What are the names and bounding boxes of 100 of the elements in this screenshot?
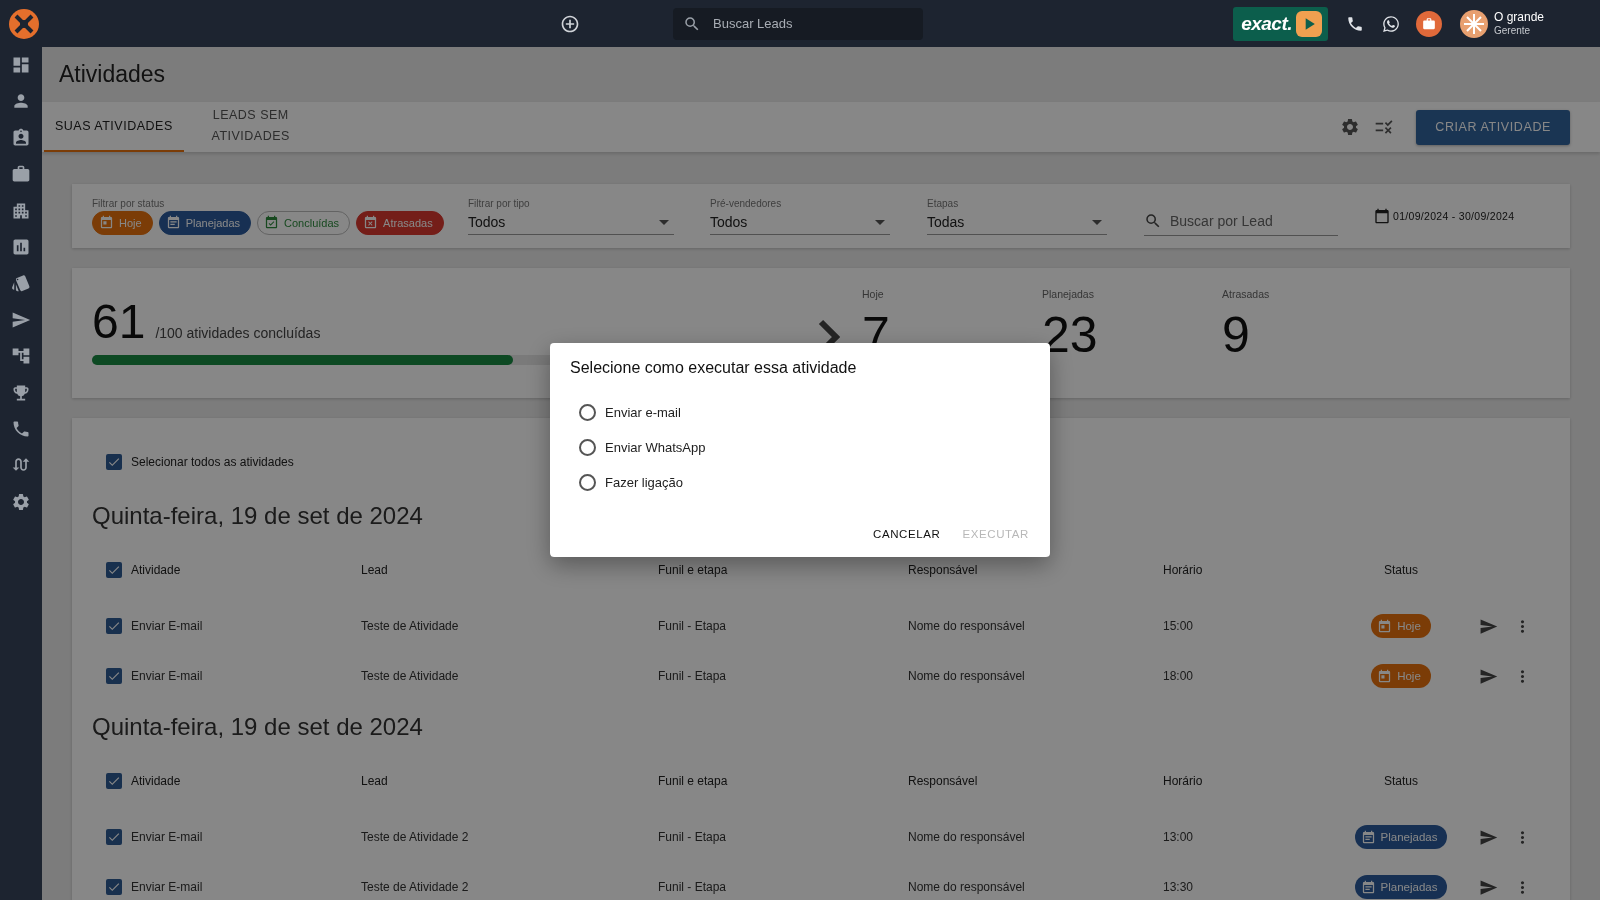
field-label: Pré-vendedores bbox=[710, 197, 783, 209]
table-cell-text: Teste de Atividade bbox=[361, 669, 460, 683]
status-chip: Hoje bbox=[1371, 614, 1431, 638]
calendar-icon bbox=[1374, 208, 1390, 224]
column-header: Funil e etapa bbox=[658, 563, 729, 577]
column-header: Status bbox=[1383, 774, 1419, 788]
column-header: Funil e etapa bbox=[658, 774, 729, 788]
table-cell-text: Enviar E-mail bbox=[131, 669, 204, 683]
done-count: 61 bbox=[92, 294, 146, 349]
checkbox[interactable] bbox=[106, 773, 122, 789]
status-filter-chip[interactable]: Planejadas bbox=[158, 210, 252, 235]
calendar-icon bbox=[1377, 668, 1393, 684]
dropdown-arrow-icon bbox=[659, 219, 669, 225]
calendar-icon bbox=[99, 215, 114, 230]
table-cell-text: Teste de Atividade 2 bbox=[361, 880, 470, 894]
dialog-button[interactable]: CANCELAR bbox=[865, 524, 949, 544]
column-header: Responsável bbox=[908, 774, 979, 788]
dropdown-arrow-icon bbox=[875, 219, 885, 225]
column-header: Atividade bbox=[131, 563, 182, 577]
checkbox[interactable] bbox=[106, 454, 122, 470]
dashboard-icon[interactable] bbox=[11, 55, 31, 75]
phone-icon[interactable] bbox=[1346, 14, 1364, 33]
logo-icon[interactable] bbox=[8, 7, 40, 40]
checkbox[interactable] bbox=[106, 879, 122, 895]
user-role: Gerente bbox=[1494, 24, 1532, 36]
radio-button[interactable] bbox=[579, 403, 596, 421]
table-cell-text: Nome do responsável bbox=[908, 880, 1026, 894]
check-icon bbox=[107, 669, 121, 683]
table-cell-text: Funil - Etapa bbox=[658, 669, 728, 683]
calendar-icon bbox=[1360, 879, 1376, 895]
create-activity-button[interactable]: CRIAR ATIVIDADE bbox=[1416, 109, 1570, 145]
search-icon bbox=[683, 14, 701, 33]
table-cell-text: Teste de Atividade bbox=[361, 619, 460, 633]
table-cell-text: 13:00 bbox=[1163, 830, 1195, 844]
search-icon bbox=[1144, 211, 1162, 230]
brand-text: exact. bbox=[1241, 12, 1292, 35]
table-cell-text: Enviar E-mail bbox=[131, 830, 204, 844]
table-cell-text: 18:00 bbox=[1163, 669, 1195, 683]
table-cell-text: Enviar E-mail bbox=[131, 880, 204, 894]
hierarchy-icon[interactable] bbox=[11, 346, 31, 367]
tab[interactable]: LEADS SEM ATIVIDADES bbox=[183, 102, 318, 152]
column-header: Lead bbox=[361, 774, 389, 788]
date-range-button[interactable]: 01/09/2024 - 30/09/2024 bbox=[1374, 208, 1515, 224]
check-icon bbox=[107, 455, 121, 469]
play-icon bbox=[1296, 10, 1322, 37]
field-label: Etapas bbox=[927, 197, 960, 209]
add-icon[interactable] bbox=[560, 13, 580, 34]
dropdown[interactable]: Todas bbox=[927, 210, 1107, 235]
column-header: Responsável bbox=[908, 563, 979, 577]
settings-icon[interactable] bbox=[11, 491, 31, 512]
table-cell-text: Nome do responsável bbox=[908, 830, 1026, 844]
date-heading: Quinta-feira, 19 de set de 2024 bbox=[92, 713, 424, 742]
counter-label: Atrasadas bbox=[1222, 288, 1271, 300]
search-input[interactable]: Buscar Leads bbox=[711, 15, 913, 32]
done-label: /100 atividades concluídas bbox=[155, 325, 321, 341]
table-cell-text: Funil - Etapa bbox=[658, 830, 728, 844]
calendar-icon bbox=[363, 215, 379, 230]
checkbox[interactable] bbox=[106, 562, 122, 578]
brand-badge[interactable]: exact. bbox=[1233, 6, 1328, 41]
tab[interactable]: SUAS ATIVIDADES bbox=[44, 102, 184, 152]
table-cell-text: Funil - Etapa bbox=[658, 880, 728, 894]
settings-icon[interactable] bbox=[1340, 117, 1361, 137]
option-label: Enviar WhatsApp bbox=[605, 439, 706, 455]
column-header: Atividade bbox=[131, 774, 182, 788]
status-filter-chip[interactable]: Atrasadas bbox=[356, 210, 444, 235]
status-chip: Hoje bbox=[1371, 664, 1431, 688]
counter-label: Planejadas bbox=[1042, 288, 1095, 300]
contact-card-icon[interactable] bbox=[11, 127, 31, 148]
avatar[interactable] bbox=[1460, 9, 1488, 38]
calendar-icon bbox=[264, 215, 280, 230]
search-field[interactable]: Buscar Leads bbox=[673, 7, 923, 40]
check-icon bbox=[107, 830, 121, 844]
table-cell-text: Enviar E-mail bbox=[131, 619, 204, 633]
table-cell-text: 15:00 bbox=[1163, 619, 1195, 633]
radio-button[interactable] bbox=[579, 438, 596, 456]
user-name: O grande bbox=[1494, 11, 1546, 25]
checkbox[interactable] bbox=[106, 829, 122, 845]
lead-search-input[interactable]: Buscar por Lead bbox=[1168, 211, 1338, 230]
calendar-icon bbox=[1360, 829, 1376, 845]
dropdown[interactable]: Todos bbox=[468, 210, 674, 235]
column-header: Status bbox=[1383, 563, 1419, 577]
counter-label: Hoje bbox=[862, 288, 885, 300]
dropdown[interactable]: Todos bbox=[710, 210, 890, 235]
checkbox[interactable] bbox=[106, 618, 122, 634]
table-cell-text: Nome do responsável bbox=[908, 619, 1026, 633]
cards-icon[interactable] bbox=[11, 273, 31, 294]
table-cell-text: 13:30 bbox=[1163, 880, 1195, 894]
table-cell-text: Nome do responsável bbox=[908, 669, 1026, 683]
check-icon bbox=[107, 774, 121, 788]
radio-button[interactable] bbox=[579, 473, 596, 491]
checkbox[interactable] bbox=[106, 668, 122, 684]
briefcase-icon[interactable] bbox=[11, 164, 31, 185]
option-label: Fazer ligação bbox=[605, 474, 684, 490]
calendar-icon bbox=[1377, 618, 1393, 634]
date-heading: Quinta-feira, 19 de set de 2024 bbox=[92, 502, 424, 531]
page-title: Atividades bbox=[59, 61, 166, 88]
column-header: Horário bbox=[1163, 563, 1204, 577]
check-icon bbox=[107, 880, 121, 894]
status-filter-chip[interactable]: Concluídas bbox=[257, 210, 351, 235]
whatsapp-icon[interactable] bbox=[1382, 14, 1400, 33]
